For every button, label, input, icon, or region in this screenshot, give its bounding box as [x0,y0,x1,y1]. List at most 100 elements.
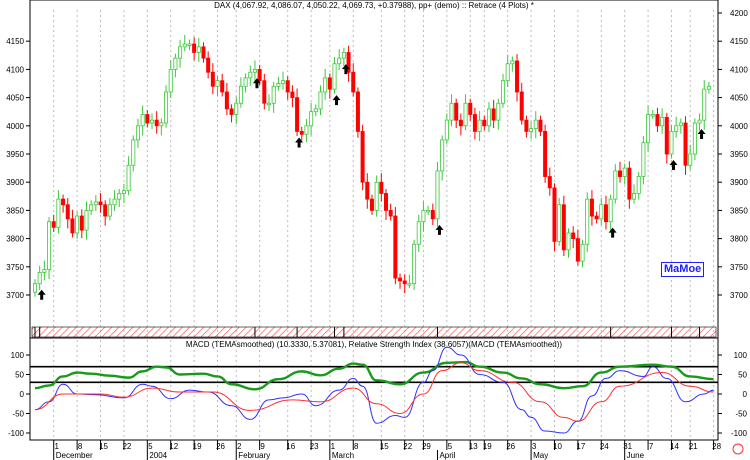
candle-up [421,209,426,223]
candle-down [402,280,407,285]
price-label-right: 4100 [730,65,748,74]
candle-down [224,91,229,110]
x-tick-label: 10 [553,442,562,451]
candle-up [187,43,192,46]
candle-down [192,43,197,53]
candle-up [688,153,693,166]
candle-up [505,63,510,82]
candle-up [444,119,449,141]
price-label-left: 3950 [6,150,24,159]
price-label-right: 3700 [730,291,748,300]
x-tick-label: 16 [286,442,295,451]
retrace-arrow-icon [435,224,444,235]
candle-up [529,128,534,132]
price-label-left: 4150 [6,37,24,46]
price-label-left: 4100 [6,65,24,74]
candle-down [515,60,520,93]
candle-up [500,80,505,104]
price-label-left: 3900 [6,178,24,187]
candle-up [613,170,618,200]
candle-up [121,190,126,194]
candle-up [337,57,342,65]
candle-down [346,52,351,73]
candle-up [75,215,80,234]
candle-up [196,46,201,53]
price-label-left: 4050 [6,94,24,103]
candle-up [131,139,136,166]
candle-up [426,209,431,213]
price-label-right: 4000 [730,122,748,131]
candle-up [135,125,140,141]
candle-up [117,193,122,200]
indicator-panel-frame [29,337,719,441]
candle-down [262,80,267,104]
price-label-left: 3800 [6,235,24,244]
candle-up [112,198,117,206]
candle-down [664,116,669,155]
price-label-left: 3700 [6,291,24,300]
candle-up [622,167,627,177]
x-tick-label: 1 [54,442,59,451]
candle-up [276,83,281,87]
candle-up [215,80,220,87]
candle-up [93,201,98,206]
month-label: February [238,451,270,460]
candle-down [575,238,580,262]
candle-down [61,198,66,206]
candle-down [229,108,234,115]
x-tick-label: 8 [78,442,83,451]
candle-down [571,232,576,240]
indicator-label-left: 100 [11,351,25,360]
retrace-arrow-icon [669,160,678,170]
candle-up [706,85,711,90]
candle-up [650,114,655,117]
dax-chart: DAX (4,067.92, 4,086.07, 4,050.22, 4,069… [6,0,748,460]
candle-up [660,116,665,127]
candle-up [89,204,94,211]
candle-up [56,198,61,228]
price-label-left: 3750 [6,263,24,272]
candle-down [454,102,459,121]
candle-up [33,283,38,293]
candle-down [589,198,594,217]
candle-up [159,122,164,127]
candle-down [285,80,290,93]
candle-up [407,283,412,286]
x-tick-label: 21 [689,442,698,451]
candle-up [692,122,697,155]
candle-up [697,119,702,124]
candle-down [360,131,365,183]
x-tick-label: 22 [122,442,131,451]
candle-down [299,131,304,135]
candle-down [468,102,473,115]
x-tick-label: 12 [169,442,178,451]
price-label-right: 4150 [730,37,748,46]
candle-up [669,131,674,155]
indicator-label-right: -100 [731,429,748,438]
candle-down [79,215,84,231]
retrace-arrow-icon [332,95,341,106]
indicator-label-right: 0 [743,390,748,399]
indicator-label-right: -50 [735,410,747,419]
candle-down [491,108,496,121]
series-macd-line [34,346,714,434]
candle-down [627,167,632,200]
x-tick-label: 1 [331,442,336,451]
candle-up [248,71,253,79]
candle-down [154,119,159,127]
candle-up [557,204,562,242]
candle-up [374,181,379,211]
candle-down [290,91,295,98]
candle-up [178,46,183,59]
candle-up [140,114,145,127]
candle-up [318,91,323,110]
price-label-left: 3850 [6,206,24,215]
candle-down [547,176,552,189]
indicator-label-left: 0 [20,390,25,399]
indicator-label-left: 50 [15,371,24,380]
candle-down [519,91,524,121]
indicator-label-left: -50 [12,410,24,419]
x-tick-label: 3 [532,442,537,451]
candle-down [51,221,56,228]
candle-up [533,119,538,130]
